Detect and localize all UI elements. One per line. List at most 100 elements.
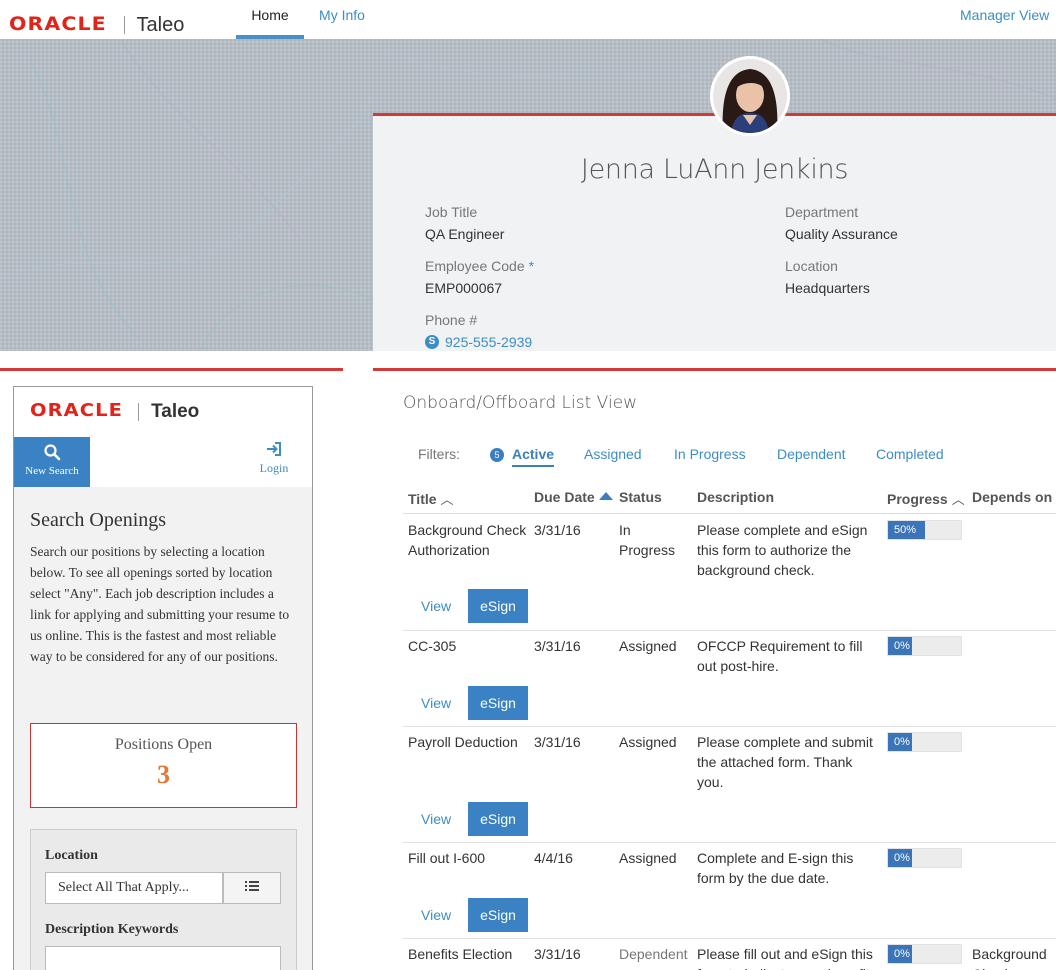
view-link[interactable]: View (421, 598, 451, 614)
row-title: Payroll Deduction (408, 734, 518, 750)
new-search-label: New Search (25, 465, 79, 477)
login-button[interactable]: Login (254, 441, 294, 476)
profile-banner: Jenna LuAnn Jenkins Job Title QA Enginee… (0, 39, 1056, 351)
progress-bar: 0% (887, 944, 962, 964)
column-title[interactable]: Title ︿ (408, 489, 454, 508)
location-list-button[interactable] (223, 872, 281, 904)
location-select[interactable]: Select All That Apply... (45, 872, 223, 904)
esign-button[interactable]: eSign (468, 589, 528, 623)
job-title-label: Job Title (425, 204, 478, 220)
column-title-label: Title (408, 491, 437, 507)
search-filter-box: Location Select All That Apply... Descri… (30, 829, 297, 970)
job-title-value: QA Engineer (425, 226, 505, 242)
row-description: OFCCP Requirement to fill out post-hire. (697, 638, 863, 674)
esign-button[interactable]: eSign (468, 898, 528, 932)
logo-divider (123, 16, 125, 34)
progress-bar: 0% (887, 732, 962, 752)
table-row: Payroll Deduction 3/31/16 Assigned Pleas… (403, 727, 1056, 843)
progress-fill: 0% (888, 637, 912, 655)
widget-logo: ORACLE Taleo (30, 400, 199, 425)
widget-taleo-logo: Taleo (151, 401, 200, 422)
esign-button[interactable]: eSign (468, 686, 528, 720)
avatar-photo (713, 59, 787, 133)
column-due-date-label: Due Date (534, 489, 595, 505)
row-description: Please complete and eSign this form to a… (697, 522, 868, 578)
progress-bar: 0% (887, 848, 962, 868)
row-due-date: 3/31/16 (534, 946, 581, 962)
career-section-widget: ORACLE Taleo New Search Login Search Ope… (13, 386, 313, 970)
phone-label: Phone # (425, 312, 478, 328)
sign-in-icon (254, 441, 294, 461)
sort-caret-icon: ︿ (951, 492, 965, 507)
top-nav: ORACLE Taleo Home My Info Manager View (0, 0, 1056, 39)
column-description[interactable]: Description (697, 489, 774, 505)
oracle-logo-text: ORACLE (9, 13, 107, 35)
progress-fill: 0% (888, 945, 912, 963)
location-value: Headquarters (785, 280, 870, 296)
view-link[interactable]: View (421, 811, 451, 827)
row-title: Fill out I-600 (408, 850, 486, 866)
column-progress[interactable]: Progress ︿ (887, 489, 965, 508)
row-due-date: 3/31/16 (534, 522, 581, 538)
right-section-divider (373, 368, 1056, 371)
widget-header: ORACLE Taleo New Search Login (14, 387, 312, 487)
manager-view-link[interactable]: Manager View (960, 0, 1056, 39)
new-search-button[interactable]: New Search (14, 437, 90, 487)
filters-label: Filters: (418, 446, 460, 462)
filter-assigned[interactable]: Assigned (584, 446, 642, 462)
widget-logo-divider (138, 403, 140, 421)
widget-oracle-logo: ORACLE (30, 400, 123, 421)
location-label: Location (785, 258, 838, 274)
progress-fill: 50% (888, 521, 925, 539)
tab-home[interactable]: Home (236, 0, 304, 39)
row-title: CC-305 (408, 638, 457, 654)
employee-name: Jenna LuAnn Jenkins (580, 154, 849, 185)
location-filter-label: Location (45, 848, 98, 863)
row-status: Assigned (619, 734, 677, 750)
column-due-date[interactable]: Due Date (534, 489, 613, 505)
progress-fill: 0% (888, 733, 912, 751)
progress-bar: 0% (887, 636, 962, 656)
oracle-taleo-logo: ORACLE Taleo (9, 13, 184, 39)
column-depends-on[interactable]: Depends on (972, 489, 1052, 505)
filter-completed[interactable]: Completed (876, 446, 944, 462)
sort-caret-icon: ︿ (440, 492, 454, 507)
profile-card: Jenna LuAnn Jenkins Job Title QA Enginee… (373, 113, 1056, 351)
table-row: CC-305 3/31/16 Assigned OFCCP Requiremen… (403, 631, 1056, 727)
avatar (710, 56, 790, 136)
table-row: Background Check Authorization 3/31/16 I… (403, 514, 1056, 631)
keywords-input[interactable] (45, 946, 281, 970)
row-due-date: 3/31/16 (534, 638, 581, 654)
phone-number: 925-555-2939 (445, 334, 533, 350)
sort-ascending-icon (598, 492, 613, 500)
column-progress-label: Progress (887, 491, 948, 507)
employee-code-label: Employee Code * (425, 258, 534, 274)
positions-open-label: Positions Open (114, 736, 213, 753)
positions-open-box: Positions Open 3 (30, 723, 297, 808)
left-section-divider (0, 368, 343, 371)
filter-in-progress[interactable]: In Progress (674, 446, 746, 462)
list-view-title: Onboard/Offboard List View (403, 393, 638, 413)
positions-open-count: 3 (157, 760, 170, 789)
search-openings-description: Search our positions by selecting a loca… (30, 544, 290, 664)
employee-code-value: EMP000067 (425, 280, 503, 296)
view-link[interactable]: View (421, 695, 451, 711)
phone-link[interactable]: S 925-555-2939 (425, 334, 532, 350)
progress-fill: 0% (888, 849, 912, 867)
taleo-logo-text: Taleo (136, 14, 185, 36)
filter-dependent[interactable]: Dependent (777, 446, 846, 462)
row-due-date: 4/4/16 (534, 850, 573, 866)
skype-icon: S (425, 335, 439, 349)
view-link[interactable]: View (421, 907, 451, 923)
column-status[interactable]: Status (619, 489, 662, 505)
esign-button[interactable]: eSign (468, 802, 528, 836)
row-description: Complete and E-sign this form by the due… (697, 850, 854, 886)
filter-active[interactable]: Active (512, 446, 555, 467)
tab-my-info[interactable]: My Info (314, 0, 370, 39)
required-marker: * (528, 258, 535, 274)
row-status: In Progress (619, 522, 676, 558)
row-status: Dependent (619, 946, 688, 962)
row-depends-on: Background Check (972, 946, 1047, 970)
progress-bar: 50% (887, 520, 962, 540)
login-label: Login (259, 461, 289, 475)
